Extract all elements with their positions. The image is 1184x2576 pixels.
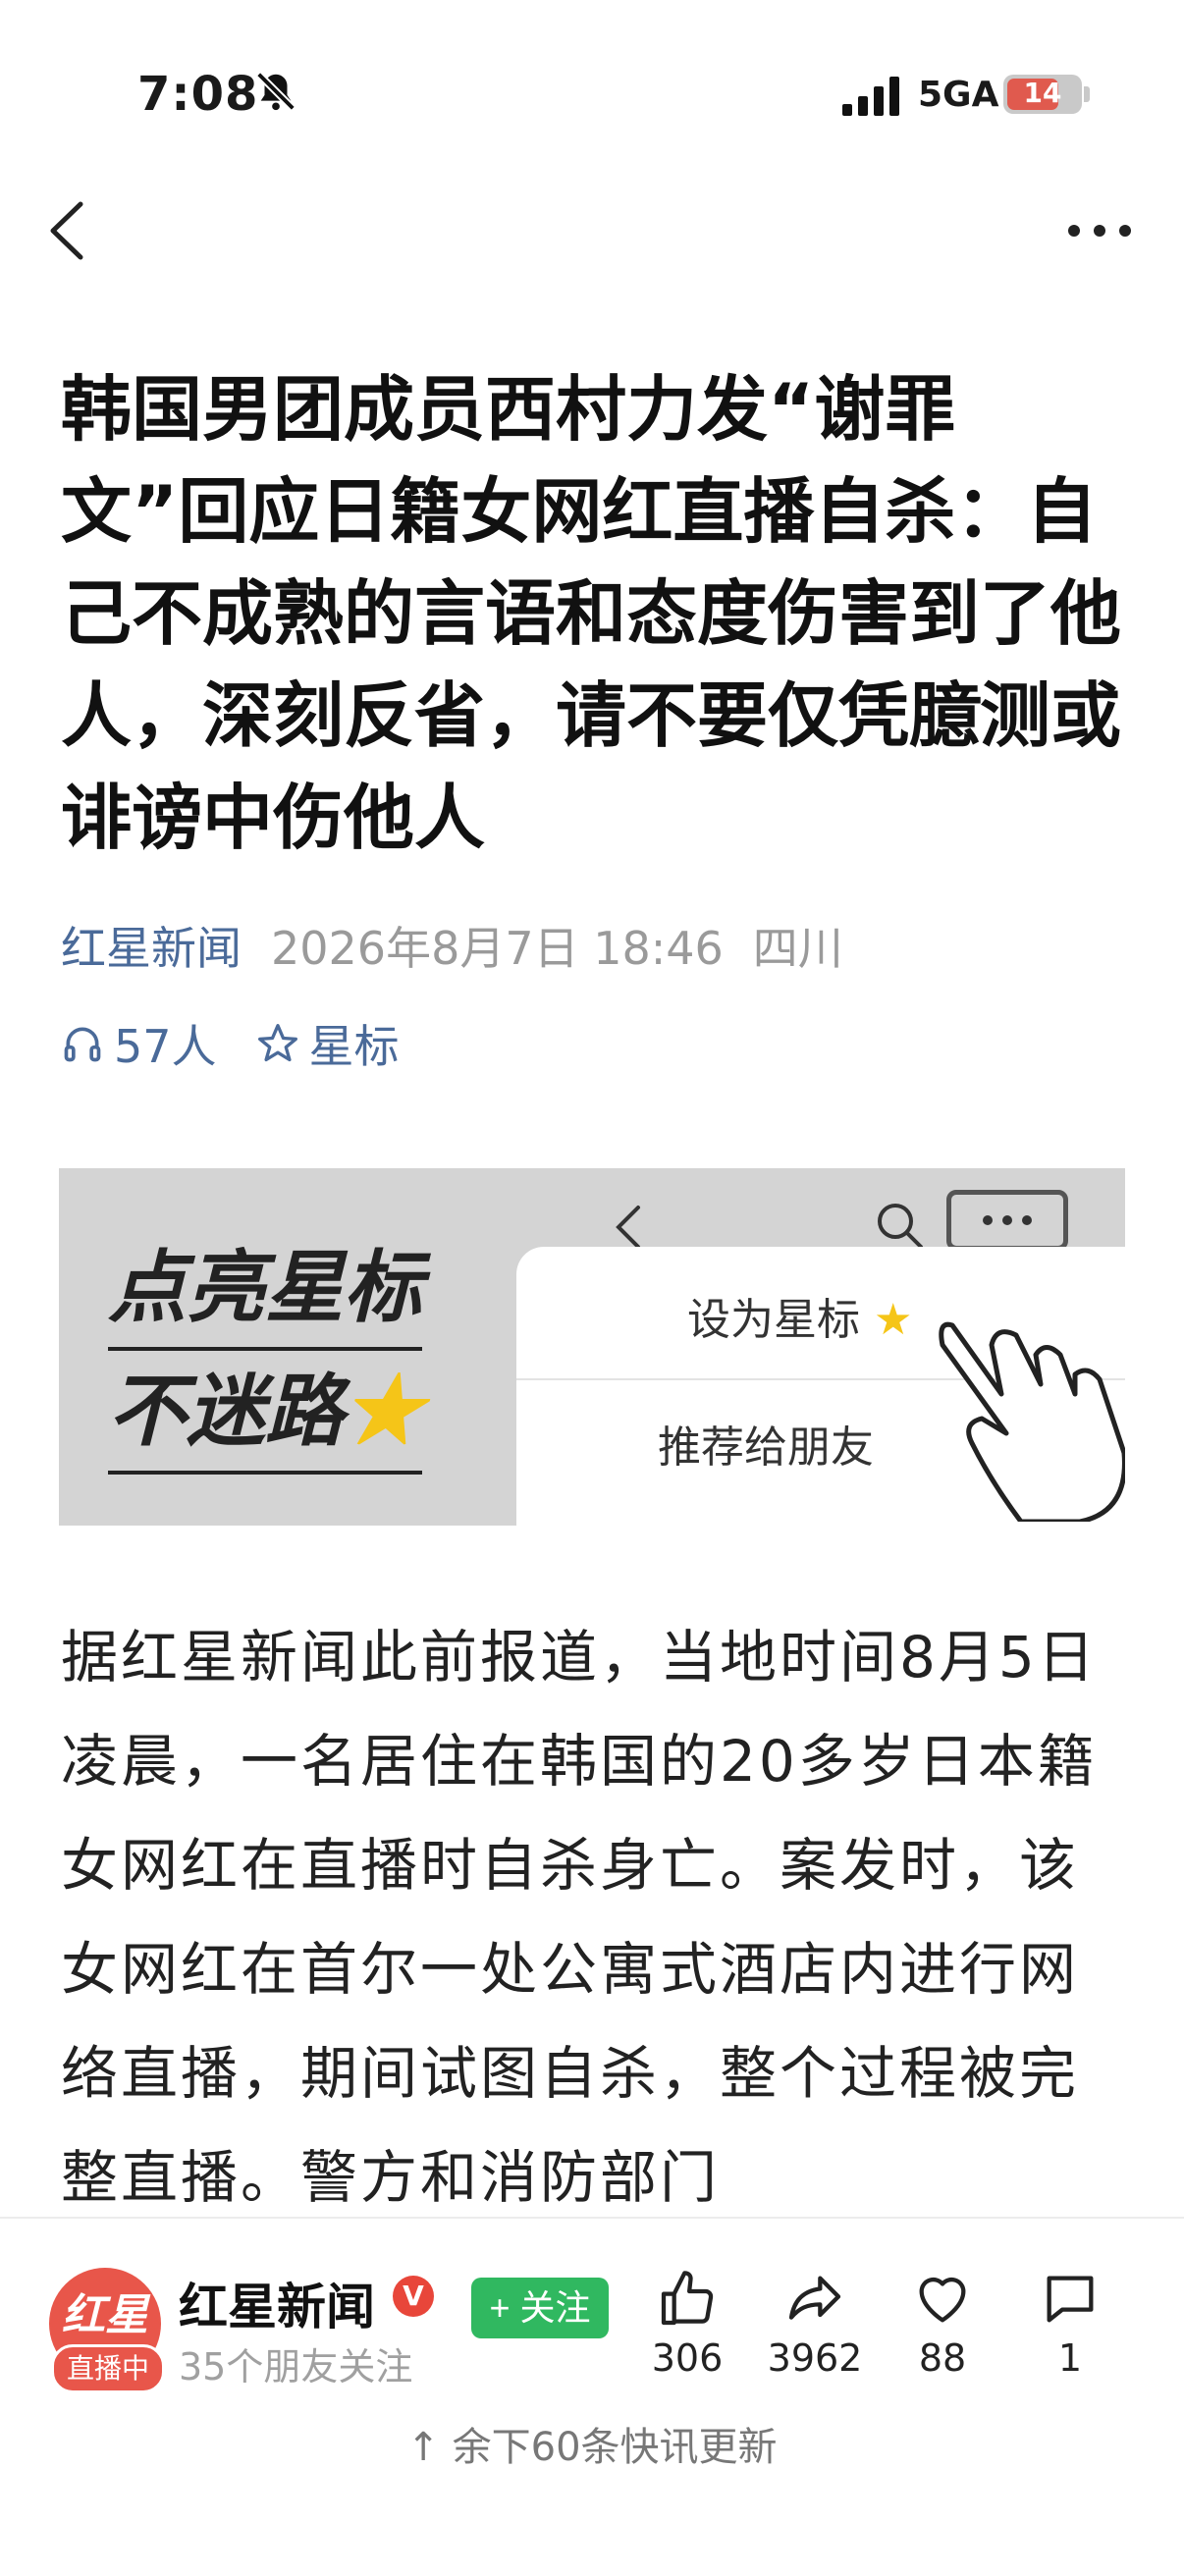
battery-cap <box>1084 86 1090 102</box>
like-count: 306 <box>651 2336 724 2380</box>
hand-pointer-icon <box>939 1321 1125 1522</box>
share-icon <box>788 2276 841 2320</box>
banner-line1: 点亮星标 <box>108 1227 422 1351</box>
star-emoji-icon: ★ <box>344 1365 422 1457</box>
thumbs-up-icon <box>661 2271 714 2326</box>
headphones-icon <box>64 1027 101 1062</box>
favorite-count: 88 <box>918 2336 967 2380</box>
share-button[interactable]: 3962 <box>756 2268 874 2380</box>
status-time: 7:08 <box>137 67 259 122</box>
network-type: 5GA <box>918 75 999 115</box>
star-button[interactable]: 星标 <box>309 1011 400 1076</box>
bell-slash-icon <box>256 72 296 111</box>
article-body: 据红星新闻此前报道，当地时间8月5日凌晨，一名居住在韩国的20多岁日本籍女网红在… <box>61 1624 1098 2211</box>
battery-level: 14 <box>1023 77 1062 109</box>
share-count: 3962 <box>767 2336 863 2380</box>
more-icon[interactable] <box>1060 206 1139 255</box>
heart-icon <box>919 2277 966 2323</box>
article-meta: 红星新闻 2026年8月7日 18:46 四川 <box>61 913 873 978</box>
follower-info: 35个朋友关注 <box>179 2345 413 2388</box>
banner-back-icon <box>616 1206 640 1249</box>
avatar-logo: 红星 <box>62 2290 148 2340</box>
favorite-button[interactable]: 88 <box>884 2268 1001 2380</box>
star-icon <box>257 1024 297 1062</box>
comment-button[interactable]: 1 <box>1011 2268 1129 2380</box>
battery-icon: 14 <box>1003 75 1082 114</box>
comment-count: 1 <box>1057 2336 1083 2380</box>
bottom-bar: 红星 直播中 红星新闻 V 35个朋友关注 + 关注 306 3962 88 1… <box>0 2217 1184 2576</box>
banner-search-icon <box>878 1204 923 1249</box>
banner-more-icon <box>946 1190 1068 1251</box>
banner-line2: 不迷路★ <box>108 1351 422 1475</box>
article-title: 韩国男团成员西村力发“谢罪文”回应日籍女网红直播自杀：自己不成熟的言语和态度伤害… <box>61 368 1122 859</box>
star-emoji-icon: ★ <box>874 1295 913 1345</box>
banner-menu-item-star: 设为星标 ★ <box>687 1295 913 1345</box>
account-name[interactable]: 红星新闻 <box>179 2268 375 2338</box>
like-button[interactable]: 306 <box>628 2268 746 2380</box>
article-location: 四川 <box>752 922 843 975</box>
back-icon[interactable] <box>39 196 98 265</box>
banner-menu-item-share: 推荐给朋友 <box>658 1422 874 1473</box>
listener-count[interactable]: 57人 <box>114 1011 217 1076</box>
comment-icon <box>1047 2276 1094 2323</box>
signal-icon <box>842 77 899 116</box>
star-promo-banner[interactable]: 点亮星标 不迷路★ 设为星标 ★ 推荐给朋友 <box>59 1168 1125 1526</box>
banner-slogan: 点亮星标 不迷路★ <box>108 1227 422 1475</box>
article-date: 2026年8月7日 18:46 <box>271 922 724 975</box>
status-bar: 7:08 5GA 14 <box>0 0 1184 187</box>
follow-button[interactable]: + 关注 <box>471 2278 609 2338</box>
live-badge: 直播中 <box>51 2344 165 2393</box>
verified-badge: V <box>393 2276 434 2317</box>
more-news-link[interactable]: ↑ 余下60条快讯更新 <box>0 2415 1184 2472</box>
article-actions: 57人 星标 <box>61 1011 400 1076</box>
article-source[interactable]: 红星新闻 <box>61 922 242 975</box>
